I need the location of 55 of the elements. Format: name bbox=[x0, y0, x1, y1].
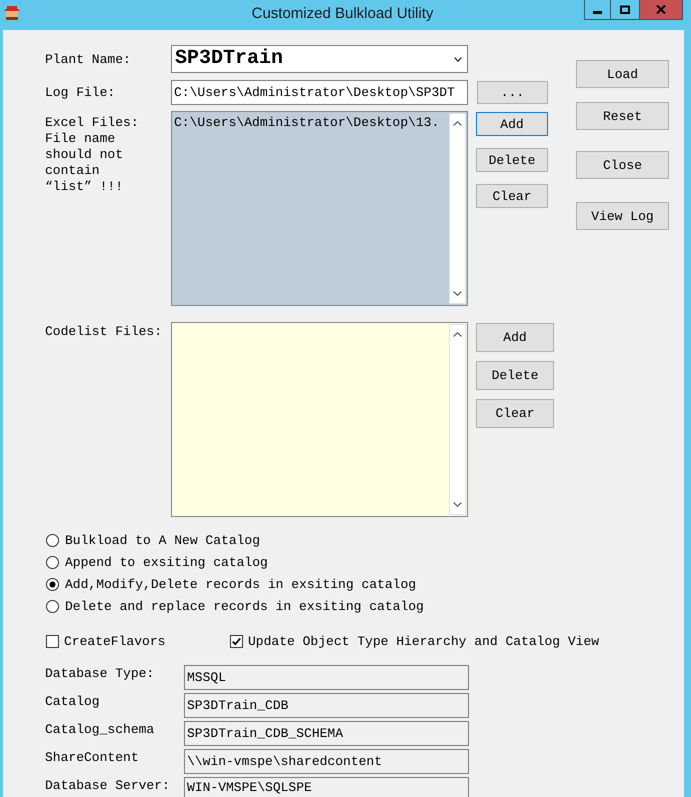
list-item[interactable]: C:\Users\Administrator\Desktop\13. bbox=[174, 115, 440, 130]
push-button[interactable]: Delete bbox=[476, 148, 548, 172]
log-file-field[interactable]: C:\Users\Administrator\Desktop\SP3DT bbox=[171, 80, 468, 105]
text-field[interactable]: SP3DTrain_CDB_SCHEMA bbox=[184, 721, 469, 746]
radio-button[interactable] bbox=[46, 578, 59, 590]
field-label: Plant Name: bbox=[45, 52, 131, 66]
field-label: Database Server: bbox=[45, 777, 170, 793]
text-field[interactable]: SP3DTrain_CDB bbox=[184, 693, 469, 718]
plant-name-dropdown[interactable]: SP3DTrain bbox=[171, 45, 468, 73]
push-button[interactable]: View Log bbox=[576, 202, 669, 230]
checkbox[interactable] bbox=[46, 634, 59, 648]
field-label: Database Type: bbox=[45, 665, 154, 681]
radio-label: Delete and replace records in exsiting catalog bbox=[65, 598, 424, 614]
field-label: Codelist Files: bbox=[45, 323, 162, 339]
push-button[interactable]: Add bbox=[476, 323, 554, 352]
push-button[interactable]: Add bbox=[476, 112, 548, 136]
chevron-up-icon[interactable] bbox=[453, 121, 462, 126]
minimize-icon bbox=[593, 11, 602, 14]
checkbox-label: CreateFlavors bbox=[64, 634, 166, 648]
chevron-up-icon[interactable] bbox=[453, 332, 462, 337]
field-label: Log File: bbox=[45, 85, 116, 100]
push-button[interactable]: Clear bbox=[476, 184, 548, 208]
minimize-button[interactable] bbox=[584, 0, 611, 20]
push-button[interactable]: Clear bbox=[476, 399, 554, 428]
maximize-icon bbox=[620, 5, 630, 14]
radio-button[interactable] bbox=[46, 600, 59, 612]
radio-button[interactable] bbox=[46, 556, 59, 568]
text-field[interactable]: WIN-VMSPE\SQLSPE bbox=[184, 777, 469, 797]
push-button[interactable]: ... bbox=[477, 81, 548, 104]
checkbox[interactable] bbox=[230, 634, 243, 648]
close-button[interactable] bbox=[639, 0, 683, 20]
field-label: Catalog bbox=[45, 693, 100, 709]
checkbox-label: Update Object Type Hierarchy and Catalog View bbox=[248, 634, 600, 648]
radio-label: Bulkload to A New Catalog bbox=[65, 532, 260, 548]
app-icon bbox=[4, 5, 20, 21]
radio-button[interactable] bbox=[46, 534, 59, 546]
field-label: ShareContent bbox=[45, 749, 139, 765]
scrollbar[interactable] bbox=[449, 324, 466, 515]
chevron-down-icon bbox=[454, 56, 462, 62]
excel-files-list[interactable]: C:\Users\Administrator\Desktop\13. bbox=[171, 111, 468, 306]
field-label: Catalog_schema bbox=[45, 721, 154, 737]
text-field[interactable]: \\win-vmspe\sharedcontent bbox=[184, 749, 469, 774]
window-title: Customized Bulkload Utility bbox=[252, 5, 434, 23]
radio-label: Append to exsiting catalog bbox=[65, 554, 268, 570]
field-label: Excel Files: File name should not contain “list” !!! bbox=[45, 115, 140, 195]
text-field[interactable]: MSSQL bbox=[184, 665, 469, 690]
push-button[interactable]: Load bbox=[576, 60, 669, 88]
push-button[interactable]: Delete bbox=[476, 361, 554, 390]
chevron-down-icon[interactable] bbox=[453, 291, 462, 296]
close-icon bbox=[656, 5, 666, 14]
chevron-down-icon[interactable] bbox=[453, 502, 462, 507]
radio-label: Add,Modify,Delete records in exsiting catalog bbox=[65, 576, 416, 592]
push-button[interactable]: Reset bbox=[576, 102, 669, 130]
push-button[interactable]: Close bbox=[576, 151, 669, 179]
scrollbar[interactable] bbox=[449, 113, 466, 304]
